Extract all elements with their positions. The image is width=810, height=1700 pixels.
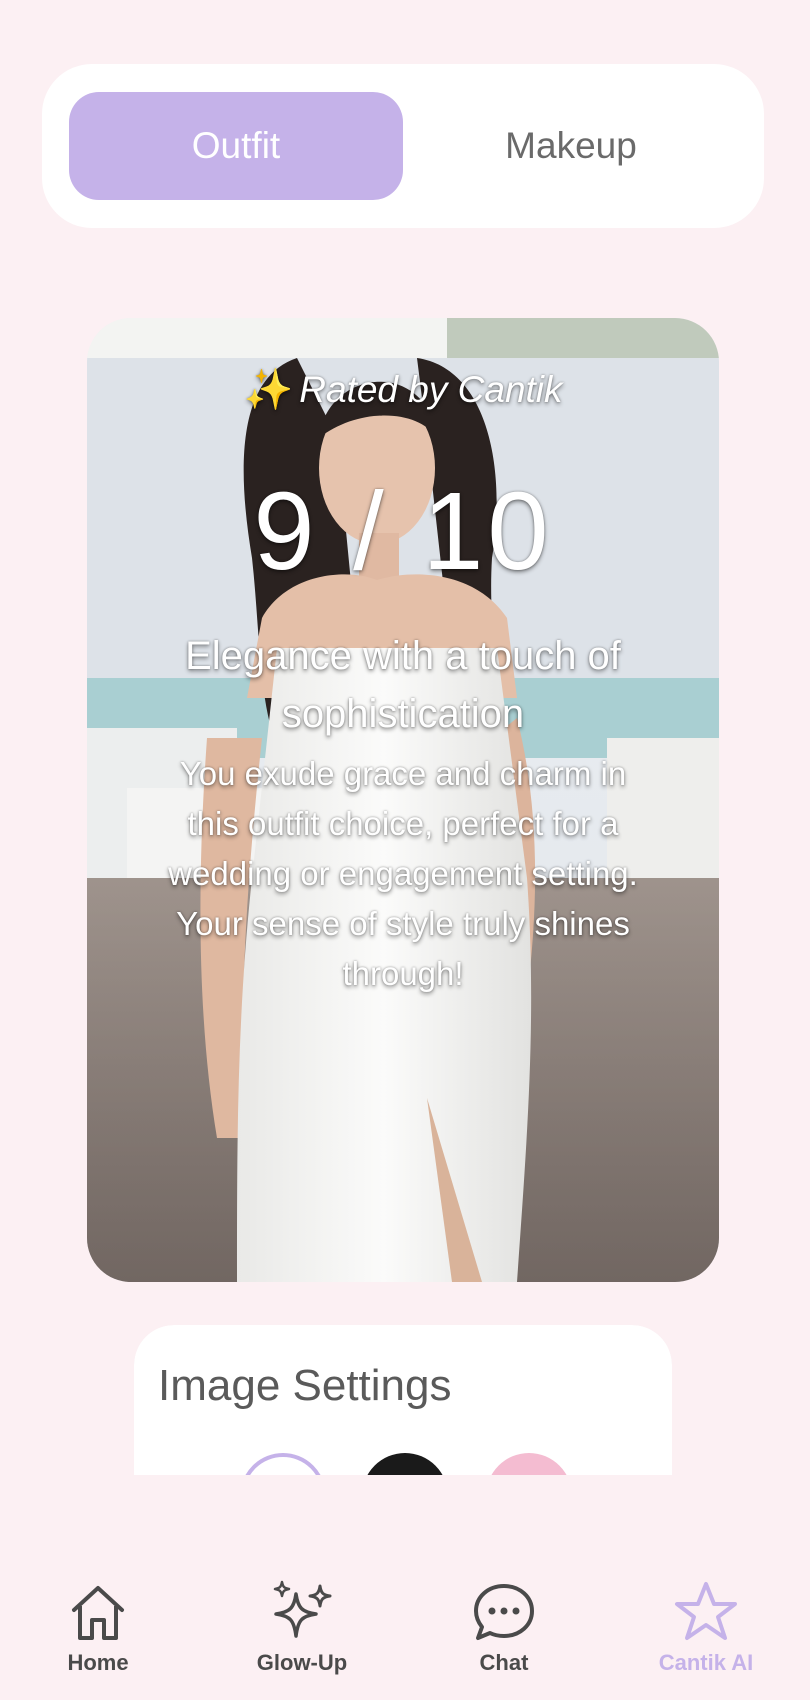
sparkles-icon [273, 1580, 332, 1638]
star-icon [675, 1582, 737, 1640]
rating-description: You exude grace and charm in this outfit… [168, 755, 638, 992]
bottom-navigation: Home Glow-Up Chat Cantik AI [0, 1560, 810, 1700]
image-settings-panel: Image Settings [134, 1325, 672, 1475]
chat-icon [474, 1584, 534, 1640]
image-settings-title: Image Settings [158, 1361, 452, 1410]
tab-makeup[interactable]: Makeup [404, 92, 738, 200]
tab-outfit[interactable]: Outfit [69, 92, 403, 200]
category-segmented-control: Outfit Makeup [42, 64, 764, 228]
nav-chat-label: Chat [479, 1650, 529, 1675]
rating-card: ✨ Rated by Cantik 9 / 10 Elegance with a… [87, 318, 719, 1282]
rated-by-text: Rated by Cantik [299, 368, 563, 410]
rating-overlay: ✨ Rated by Cantik 9 / 10 Elegance with a… [87, 318, 719, 1282]
sparkles-icon: ✨ [243, 368, 294, 412]
rated-by-label: ✨ Rated by Cantik [243, 366, 562, 413]
nav-glow-up[interactable]: Glow-Up [222, 1560, 382, 1680]
nav-home[interactable]: Home [18, 1560, 178, 1680]
nav-chat[interactable]: Chat [424, 1560, 584, 1680]
rating-score: 9 / 10 [253, 470, 553, 593]
nav-cantik-ai[interactable]: Cantik AI [626, 1560, 786, 1680]
screen: Outfit Makeup ✨ Rated by Cantik 9 / 10 E… [0, 0, 810, 1700]
swatch-white[interactable] [240, 1453, 326, 1475]
rating-headline: Elegance with a touch of sophistication [185, 634, 621, 736]
nav-home-label: Home [67, 1650, 129, 1675]
home-icon [72, 1586, 124, 1640]
nav-cantik-ai-label: Cantik AI [658, 1650, 754, 1675]
image-settings-viewport: Image Settings [134, 1325, 672, 1475]
nav-glow-up-label: Glow-Up [256, 1650, 348, 1675]
swatch-black[interactable] [362, 1453, 448, 1475]
swatch-pink[interactable] [486, 1453, 572, 1475]
